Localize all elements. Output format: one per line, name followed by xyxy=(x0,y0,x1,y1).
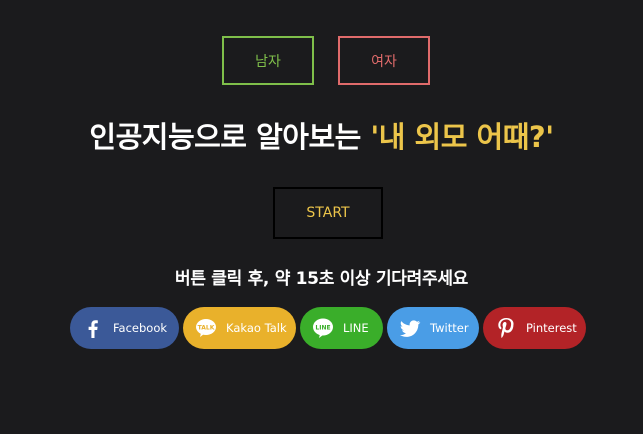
twitter-share-button[interactable]: Twitter xyxy=(387,307,479,349)
male-button[interactable]: 남자 xyxy=(222,36,314,85)
share-label: Twitter xyxy=(430,321,469,335)
page-title: 인공지능으로 알아보는 '내 외모 어때?' xyxy=(0,114,643,156)
line-share-button[interactable]: LINE LINE xyxy=(300,307,383,349)
start-button[interactable]: START xyxy=(273,187,383,239)
facebook-share-button[interactable]: Facebook xyxy=(70,307,179,349)
svg-text:TALK: TALK xyxy=(198,325,215,332)
twitter-icon xyxy=(398,316,422,340)
kakaotalk-share-button[interactable]: TALK Kakao Talk xyxy=(183,307,296,349)
share-label: LINE xyxy=(343,321,369,335)
line-icon: LINE xyxy=(311,316,335,340)
kakaotalk-icon: TALK xyxy=(194,316,218,340)
female-button[interactable]: 여자 xyxy=(338,36,430,85)
pinterest-share-button[interactable]: Pinterest xyxy=(483,307,586,349)
share-label: Facebook xyxy=(113,321,168,335)
facebook-icon xyxy=(81,316,105,340)
svg-text:LINE: LINE xyxy=(315,325,330,332)
title-main: 인공지능으로 알아보는 xyxy=(89,120,371,154)
share-label: Pinterest xyxy=(526,321,577,335)
pinterest-icon xyxy=(494,316,518,340)
wait-hint: 버튼 클릭 후, 약 15초 이상 기다려주세요 xyxy=(174,269,469,289)
title-highlight: '내 외모 어때?' xyxy=(370,120,554,154)
share-label: Kakao Talk xyxy=(226,321,287,335)
share-buttons: Facebook TALK Kakao Talk LINE LINE Twitt… xyxy=(0,307,643,349)
